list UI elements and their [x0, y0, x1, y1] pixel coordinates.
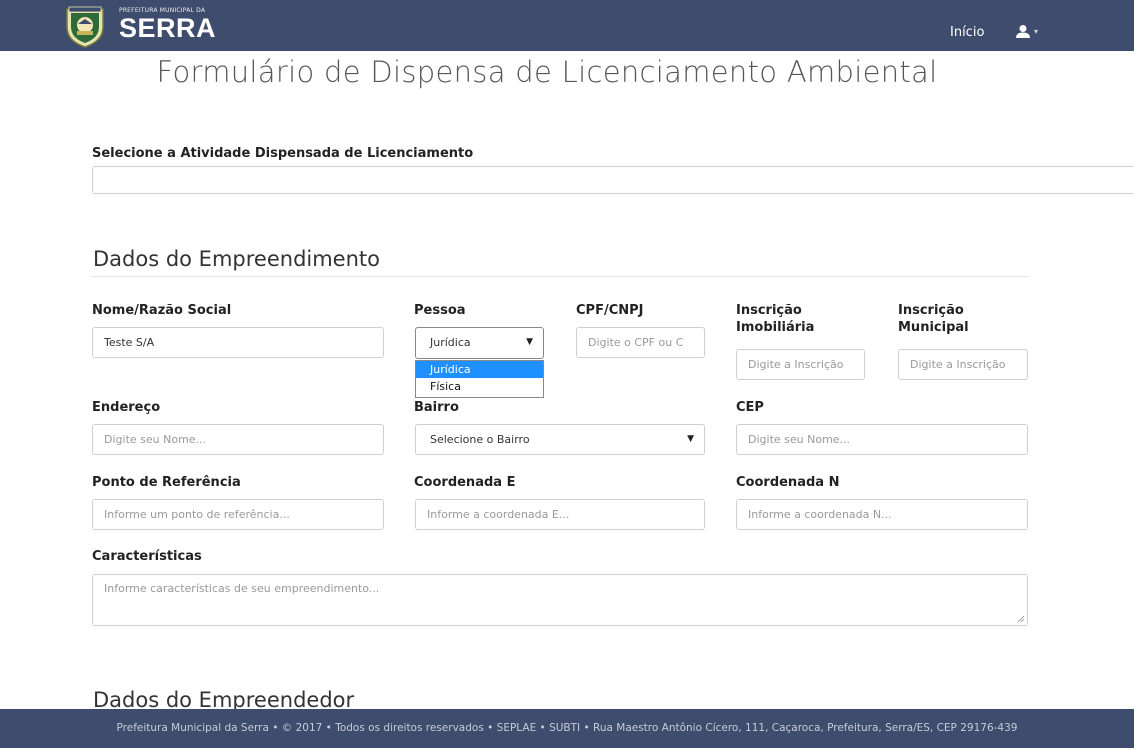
- endereco-input[interactable]: Digite seu Nome...: [92, 424, 384, 455]
- user-icon: [1016, 25, 1030, 38]
- activity-select[interactable]: [92, 166, 1134, 194]
- pessoa-select[interactable]: Jurídica ▼: [415, 327, 544, 359]
- top-navbar: PREFEITURA MUNICIPAL DA SERRA Início ▾: [0, 0, 1134, 51]
- dropdown-arrow-icon: ▼: [526, 337, 533, 347]
- user-menu[interactable]: ▾: [1016, 24, 1038, 38]
- inscricao-imobiliaria-label-line1: Inscrição: [736, 303, 802, 318]
- endereco-label: Endereço: [92, 400, 161, 415]
- ponto-referencia-input[interactable]: Informe um ponto de referência...: [92, 499, 384, 530]
- pessoa-dropdown-list: Jurídica Física: [415, 360, 544, 398]
- cpf-label: CPF/CNPJ: [576, 303, 644, 318]
- inscricao-imobiliaria-input[interactable]: Digite a Inscrição: [736, 349, 865, 380]
- bairro-label: Bairro: [414, 400, 459, 415]
- caracteristicas-placeholder: Informe características de seu empreendi…: [104, 582, 380, 595]
- nome-label: Nome/Razão Social: [92, 303, 232, 318]
- inscricao-imobiliaria-label: Inscrição Imobiliária: [736, 302, 814, 336]
- inscricao-municipal-input[interactable]: Digite a Inscrição: [898, 349, 1028, 380]
- bairro-select[interactable]: Selecione o Bairro ▼: [415, 424, 705, 455]
- inscricao-imobiliaria-label-line2: Imobiliária: [736, 320, 815, 335]
- caret-down-icon: ▾: [1034, 26, 1039, 36]
- serra-shield-icon: [66, 6, 104, 48]
- section-divider: [92, 276, 1028, 277]
- inscricao-municipal-label-line2: Municipal: [898, 320, 969, 335]
- cpf-input[interactable]: Digite o CPF ou C: [576, 327, 705, 358]
- pessoa-label: Pessoa: [414, 303, 466, 318]
- coordenada-n-input[interactable]: Informe a coordenada N...: [736, 499, 1028, 530]
- inscricao-municipal-label: Inscrição Municipal: [898, 302, 969, 336]
- nome-input[interactable]: Teste S/A: [92, 327, 384, 358]
- pessoa-option-fisica[interactable]: Física: [416, 378, 543, 395]
- dropdown-arrow-icon: ▼: [687, 434, 694, 444]
- activity-label: Selecione a Atividade Dispensada de Lice…: [92, 146, 474, 161]
- nav-home-link[interactable]: Início: [950, 25, 984, 40]
- page-title: Formulário de Dispensa de Licenciamento …: [156, 55, 938, 89]
- cep-input[interactable]: Digite seu Nome...: [736, 424, 1028, 455]
- inscricao-municipal-label-line1: Inscrição: [898, 303, 964, 318]
- logo[interactable]: PREFEITURA MUNICIPAL DA SERRA: [63, 5, 216, 49]
- cep-label: CEP: [736, 400, 764, 415]
- pessoa-select-value: Jurídica: [430, 336, 471, 349]
- coordenada-n-label: Coordenada N: [736, 475, 840, 490]
- logo-subtitle: PREFEITURA MUNICIPAL DA: [119, 7, 206, 14]
- footer: Prefeitura Municipal da Serra • © 2017 •…: [0, 709, 1134, 748]
- ponto-referencia-label: Ponto de Referência: [92, 475, 241, 490]
- coordenada-e-label: Coordenada E: [414, 475, 516, 490]
- caracteristicas-label: Características: [92, 549, 202, 564]
- logo-title: SERRA: [119, 13, 217, 43]
- pessoa-option-juridica[interactable]: Jurídica: [416, 361, 543, 378]
- caracteristicas-textarea[interactable]: Informe características de seu empreendi…: [92, 574, 1028, 626]
- bairro-select-value: Selecione o Bairro: [430, 433, 530, 446]
- resize-handle-icon[interactable]: [1017, 615, 1025, 623]
- section-title-empreendimento: Dados do Empreendimento: [93, 247, 380, 271]
- coordenada-e-input[interactable]: Informe a coordenada E...: [415, 499, 705, 530]
